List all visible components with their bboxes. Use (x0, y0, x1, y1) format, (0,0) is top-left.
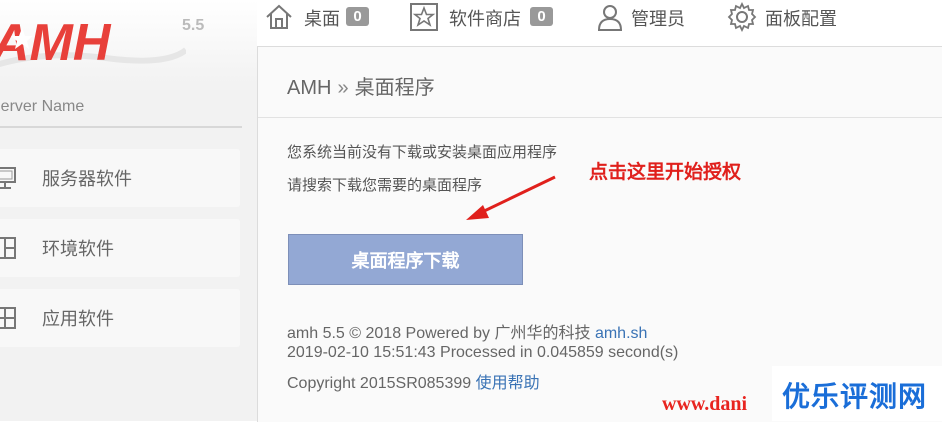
watermark-text: 优乐评测网 (782, 380, 928, 413)
annotation-label: 点击这里开始授权 (589, 161, 742, 183)
watermark-url: www.dani (662, 393, 748, 415)
annotation-arrow-icon (466, 175, 556, 220)
watermark-url-clip: www.dani (662, 388, 772, 421)
